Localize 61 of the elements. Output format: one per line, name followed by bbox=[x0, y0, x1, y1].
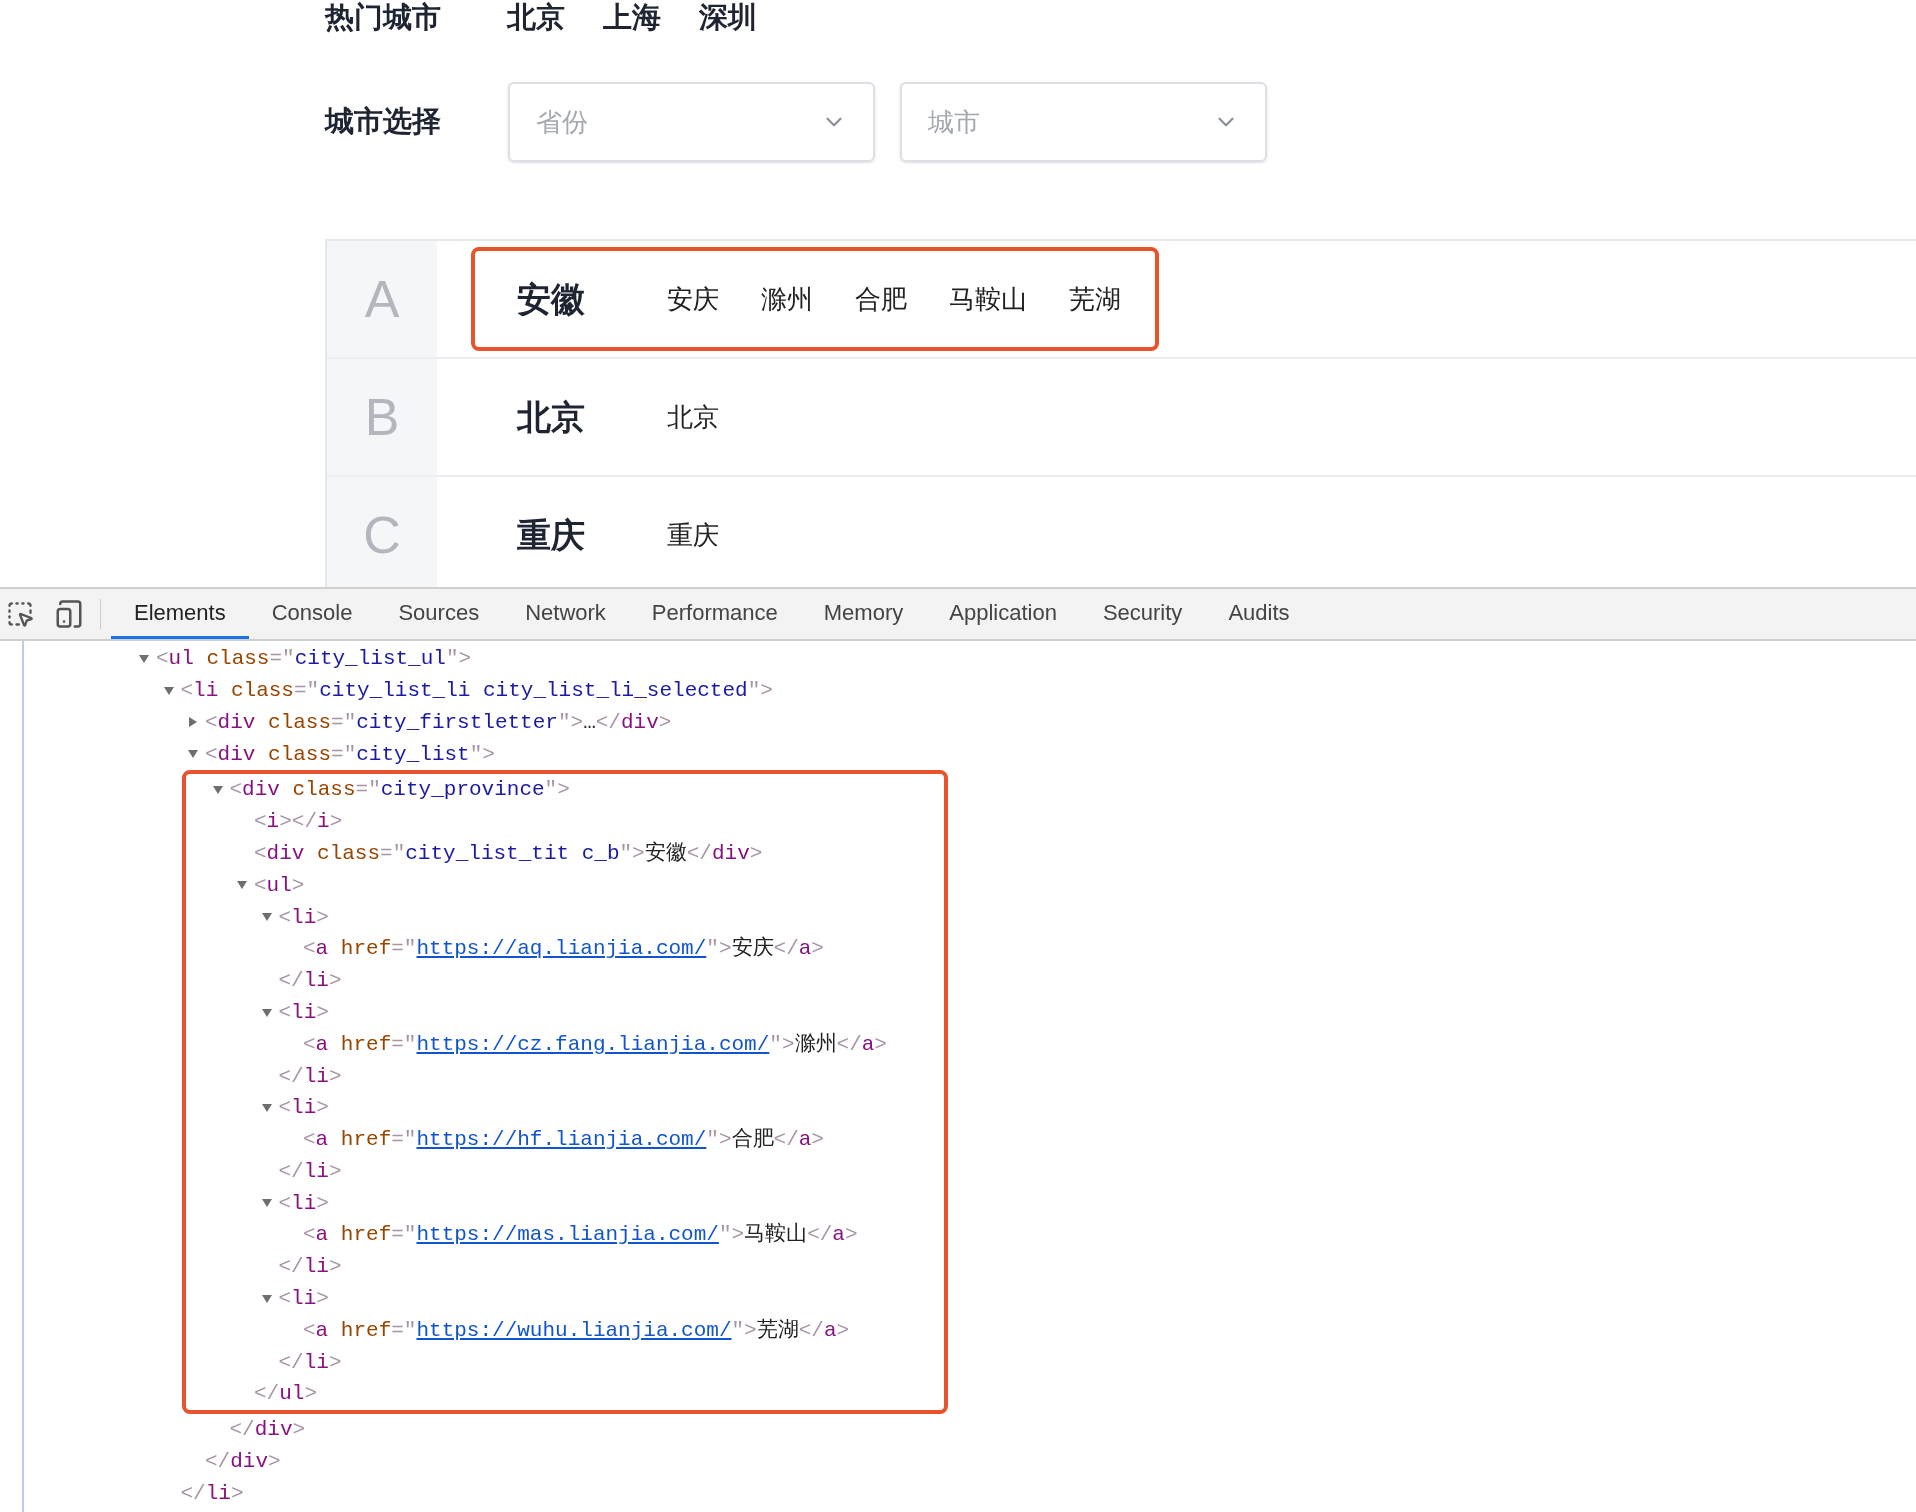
dom-node-line[interactable]: <li> bbox=[278, 901, 329, 933]
dom-node-line[interactable]: <div class="city_list"> bbox=[205, 738, 495, 771]
hot-cities-label: 热门城市 bbox=[325, 0, 442, 36]
dom-close-tag[interactable]: </li> bbox=[278, 1060, 342, 1092]
hot-city-link[interactable]: 北京 bbox=[507, 0, 565, 40]
dom-node-line[interactable]: <a href="https://hf.lianjia.com/">合肥</a> bbox=[303, 1124, 824, 1156]
province-name: 北京 bbox=[517, 396, 586, 438]
dom-close-tag[interactable]: </ul> bbox=[254, 1378, 318, 1410]
collapsed-triangle-icon[interactable] bbox=[187, 716, 199, 729]
devtools-tab[interactable]: Application bbox=[926, 589, 1080, 639]
expanded-triangle-icon[interactable] bbox=[162, 684, 175, 697]
city-link[interactable]: 滁州 bbox=[761, 279, 813, 319]
dom-node-line[interactable]: <a href="https://mas.lianjia.com/">马鞍山</a> bbox=[303, 1219, 858, 1251]
dom-node-line[interactable]: <i></i> bbox=[254, 806, 343, 838]
city-link[interactable]: 安庆 bbox=[667, 279, 719, 319]
dom-node-line[interactable]: <li class="city_list_li city_list_li_selected"> bbox=[180, 674, 773, 707]
devtools-tab[interactable]: Performance bbox=[628, 589, 801, 639]
dom-node-line[interactable]: <li> bbox=[278, 1283, 329, 1315]
devtools-tab[interactable]: Network bbox=[502, 589, 629, 639]
dom-node-line[interactable]: <div class="city_list_tit c_b">安徽</div> bbox=[254, 837, 763, 870]
city-select-label: 城市选择 bbox=[325, 104, 442, 140]
expanded-triangle-icon[interactable] bbox=[260, 1292, 273, 1305]
dom-close-tag[interactable]: </div> bbox=[205, 1446, 281, 1478]
devtools-tab[interactable]: Console bbox=[248, 589, 376, 639]
devtools-tab[interactable]: Elements bbox=[111, 589, 249, 639]
province-name: 重庆 bbox=[517, 514, 586, 556]
inspect-icon[interactable] bbox=[6, 600, 34, 628]
dom-node-line[interactable]: <li> bbox=[278, 1092, 329, 1124]
device-toolbar-icon[interactable] bbox=[54, 599, 84, 629]
city-link[interactable]: 重庆 bbox=[667, 515, 719, 555]
dom-close-tag[interactable]: </li> bbox=[180, 1477, 244, 1510]
expanded-triangle-icon[interactable] bbox=[260, 1006, 273, 1019]
devtools-tab[interactable]: Sources bbox=[375, 589, 503, 639]
dom-node-line[interactable]: <a href="https://aq.lianjia.com/">安庆</a> bbox=[303, 933, 824, 965]
province-name: 安徽 bbox=[517, 278, 586, 320]
devtools-tab[interactable]: Audits bbox=[1205, 589, 1313, 639]
city-link[interactable]: 北京 bbox=[667, 397, 719, 437]
dom-close-tag[interactable]: </li> bbox=[278, 1346, 342, 1379]
dom-close-tag[interactable]: </li> bbox=[278, 1155, 342, 1188]
city-link[interactable]: 芜湖 bbox=[1069, 279, 1121, 319]
dom-node-line[interactable]: <div class="city_province"> bbox=[229, 774, 570, 806]
dom-node-line[interactable]: <a href="https://wuhu.lianjia.com/">芜湖</a> bbox=[303, 1314, 850, 1347]
dom-node-line[interactable]: <li> bbox=[278, 1187, 329, 1220]
dom-node-line[interactable]: <ul> bbox=[254, 869, 305, 902]
city-link[interactable]: 马鞍山 bbox=[949, 279, 1027, 319]
hot-city-link[interactable]: 深圳 bbox=[699, 0, 757, 40]
dom-node-line[interactable]: <a href="https://cz.fang.lianjia.com/">滁州</a> bbox=[303, 1028, 887, 1061]
dom-close-tag[interactable]: </li> bbox=[278, 965, 342, 997]
dom-node-line[interactable]: <div class="city_firstletter">…</div> bbox=[205, 706, 672, 739]
dom-node-line[interactable]: <ul class="city_list_ul"> bbox=[156, 643, 472, 675]
hot-city-link[interactable]: 上海 bbox=[603, 0, 661, 40]
devtools-tab[interactable]: Security bbox=[1079, 589, 1206, 639]
index-letter: B bbox=[364, 387, 400, 448]
index-letter: A bbox=[364, 269, 400, 330]
dom-node-line[interactable]: <li> bbox=[278, 996, 329, 1029]
devtools-tab[interactable]: Memory bbox=[800, 589, 927, 639]
index-letter: C bbox=[363, 505, 401, 566]
expanded-triangle-icon[interactable] bbox=[138, 652, 150, 665]
dom-close-tag[interactable]: </div> bbox=[229, 1414, 306, 1446]
dom-close-tag[interactable]: </li> bbox=[278, 1251, 342, 1283]
city-link[interactable]: 合肥 bbox=[855, 279, 907, 319]
